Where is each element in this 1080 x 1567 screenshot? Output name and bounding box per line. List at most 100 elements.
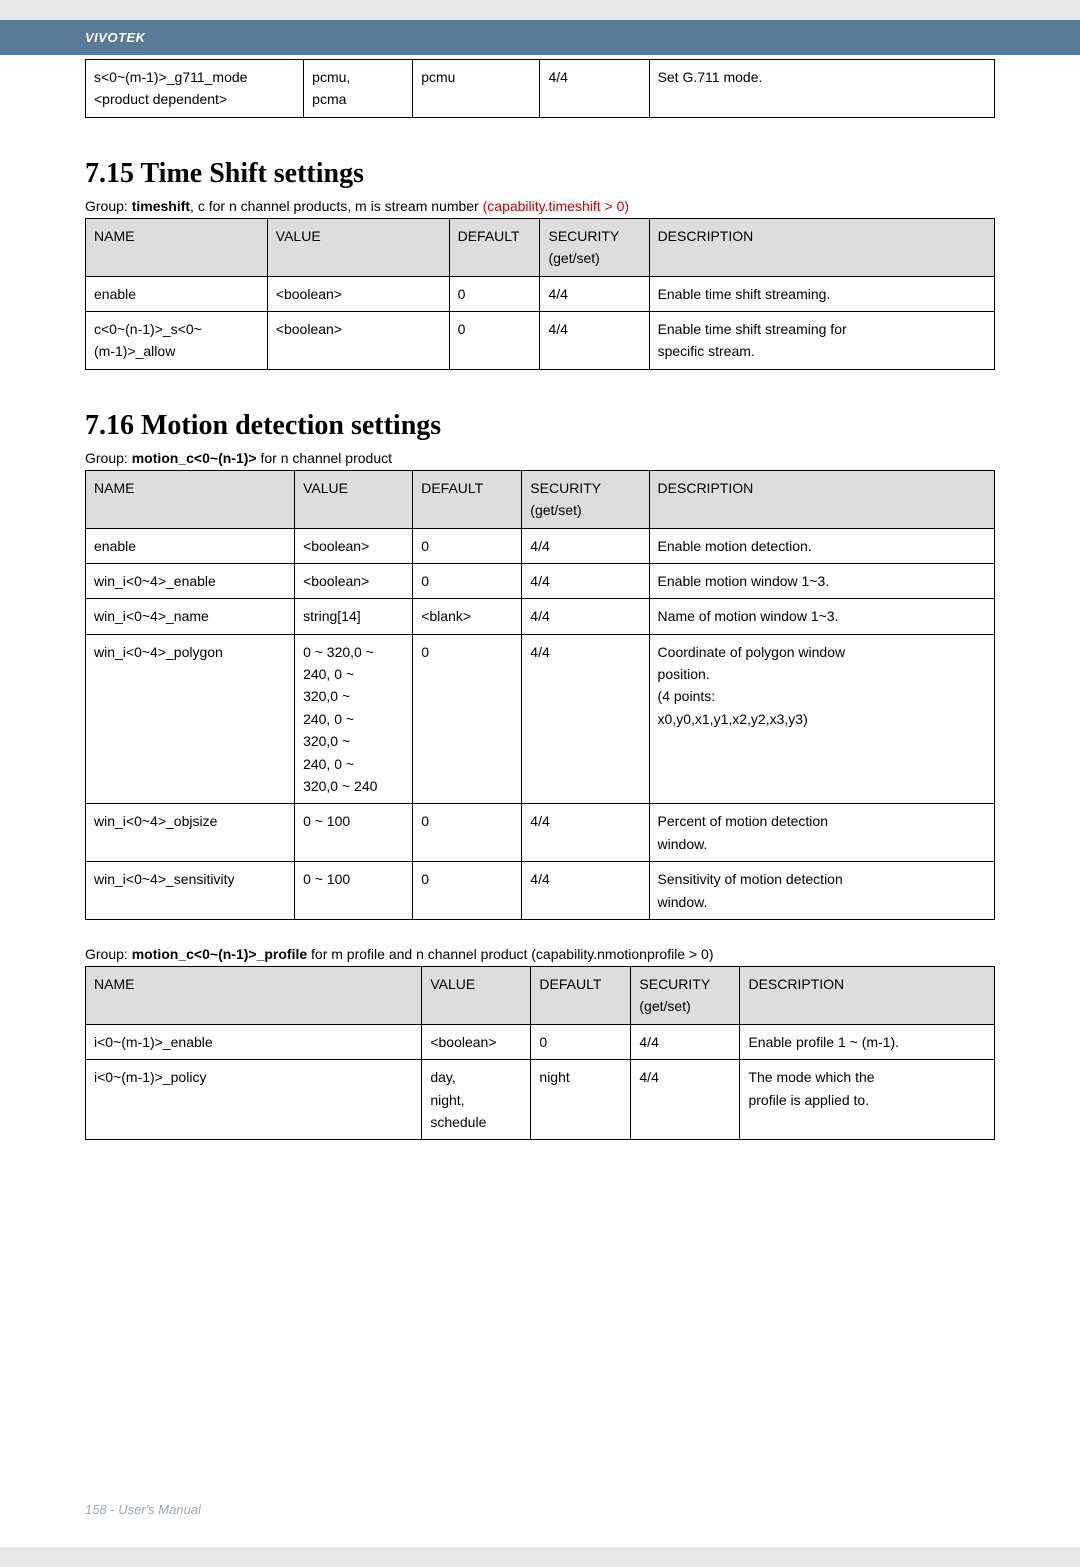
page-footer: 158 - User's Manual — [85, 1502, 201, 1517]
cell-text: 0 — [413, 634, 522, 804]
th-value: VALUE — [295, 470, 413, 528]
th-security: SECURITY(get/set) — [631, 966, 740, 1024]
th-default: DEFAULT — [413, 470, 522, 528]
cell-text: enable — [86, 528, 295, 563]
th-value: VALUE — [267, 218, 449, 276]
cell-text: Set G.711 mode. — [649, 60, 994, 118]
cell-text: 4/4 — [522, 563, 649, 598]
group-line-716: Group: motion_c<0~(n-1)> for n channel p… — [85, 450, 995, 466]
cell-text: 0 — [413, 862, 522, 920]
page: VIVOTEK s<0~(m-1)>_g711_mode <product de… — [0, 20, 1080, 1547]
cell-text: 4/4 — [631, 1060, 740, 1140]
table-row: c<0~(n-1)>_s<0~(m-1)>_allow <boolean> 0 … — [86, 311, 995, 369]
profile-table: NAME VALUE DEFAULT SECURITY(get/set) DES… — [85, 966, 995, 1140]
motion-table: NAME VALUE DEFAULT SECURITY(get/set) DES… — [85, 470, 995, 920]
cell-text: <boolean> — [267, 276, 449, 311]
cell-text: 0 ~ 320,0 ~240, 0 ~320,0 ~240, 0 ~320,0 … — [295, 634, 413, 804]
cell-text: Enable time shift streaming for — [658, 321, 847, 337]
cell-text: 4/4 — [522, 804, 649, 862]
cell-text: win_i<0~4>_name — [86, 599, 295, 634]
cell-text: win_i<0~4>_objsize — [86, 804, 295, 862]
timeshift-table: NAME VALUE DEFAULT SECURITY(get/set) DES… — [85, 218, 995, 370]
cell-text: Percent of motion detectionwindow. — [649, 804, 994, 862]
cell-text: 4/4 — [540, 276, 649, 311]
group-bold: motion_c<0~(n-1)> — [132, 450, 257, 466]
section-title-715: 7.15 Time Shift settings — [85, 158, 995, 190]
cell-text: 0 — [531, 1024, 631, 1059]
cell-text: specific stream. — [658, 343, 755, 359]
cell-text: night — [531, 1060, 631, 1140]
cell-text: 0 — [449, 276, 540, 311]
cell-text: pcmu, — [312, 69, 350, 85]
group-bold: timeshift — [132, 198, 190, 214]
cell-text: c<0~(n-1)>_s<0~(m-1)>_allow — [86, 311, 268, 369]
cell-text: s<0~(m-1)>_g711_mode — [94, 69, 247, 85]
group-line-715: Group: timeshift, c for n channel produc… — [85, 198, 995, 214]
th-default: DEFAULT — [449, 218, 540, 276]
section-title-716: 7.16 Motion detection settings — [85, 410, 995, 442]
group-red: (capability.timeshift > 0) — [483, 198, 629, 214]
cell-text: day,night,schedule — [422, 1060, 531, 1140]
group-rest: for m profile and n channel product (cap… — [307, 946, 713, 962]
th-security: SECURITY(get/set) — [540, 218, 649, 276]
cell-text: 0 ~ 100 — [295, 804, 413, 862]
cell-text: <boolean> — [422, 1024, 531, 1059]
th-name: NAME — [86, 218, 268, 276]
table-row: win_i<0~4>_polygon 0 ~ 320,0 ~240, 0 ~32… — [86, 634, 995, 804]
group-rest: , c for n channel products, m is stream … — [190, 198, 483, 214]
cell-text: 0 — [413, 804, 522, 862]
table-row: i<0~(m-1)>_enable <boolean> 0 4/4 Enable… — [86, 1024, 995, 1059]
cell-text: 0 — [413, 563, 522, 598]
cell-text: <product dependent> — [94, 91, 227, 107]
cell-text: The mode which theprofile is applied to. — [740, 1060, 995, 1140]
group-prefix: Group: — [85, 946, 132, 962]
cell-text: 4/4 — [631, 1024, 740, 1059]
table-row: enable <boolean> 0 4/4 Enable time shift… — [86, 276, 995, 311]
group-prefix: Group: — [85, 198, 132, 214]
cell-text: <boolean> — [295, 528, 413, 563]
th-description: DESCRIPTION — [740, 966, 995, 1024]
cell-text: Name of motion window 1~3. — [649, 599, 994, 634]
th-description: DESCRIPTION — [649, 470, 994, 528]
cell-text: Coordinate of polygon windowposition.(4 … — [649, 634, 994, 804]
group-line-profile: Group: motion_c<0~(n-1)>_profile for m p… — [85, 946, 995, 962]
cell-text: i<0~(m-1)>_policy — [86, 1060, 422, 1140]
table-row: win_i<0~4>_sensitivity 0 ~ 100 0 4/4 Sen… — [86, 862, 995, 920]
cell-text: <boolean> — [295, 563, 413, 598]
group-rest: for n channel product — [257, 450, 392, 466]
cell-text: 0 — [449, 311, 540, 369]
cell-text: Sensitivity of motion detectionwindow. — [649, 862, 994, 920]
cell-text: i<0~(m-1)>_enable — [86, 1024, 422, 1059]
cell-text: string[14] — [295, 599, 413, 634]
cell-text: pcmu — [413, 60, 540, 118]
cell-text: 0 — [413, 528, 522, 563]
table-row: i<0~(m-1)>_policy day,night,schedule nig… — [86, 1060, 995, 1140]
th-description: DESCRIPTION — [649, 218, 994, 276]
cell-text: <boolean> — [267, 311, 449, 369]
cell-text: win_i<0~4>_sensitivity — [86, 862, 295, 920]
th-name: NAME — [86, 966, 422, 1024]
cell-text: Enable time shift streaming for specific… — [649, 311, 994, 369]
cell-text: 4/4 — [540, 311, 649, 369]
cell-text: win_i<0~4>_polygon — [86, 634, 295, 804]
group-bold: motion_c<0~(n-1)>_profile — [132, 946, 307, 962]
group-prefix: Group: — [85, 450, 132, 466]
cell-text: Enable motion detection. — [649, 528, 994, 563]
header-brand: VIVOTEK — [0, 20, 1080, 55]
cell-text: Enable profile 1 ~ (m-1). — [740, 1024, 995, 1059]
cell-text: Enable motion window 1~3. — [649, 563, 994, 598]
cell-text: Enable time shift streaming. — [649, 276, 994, 311]
th-default: DEFAULT — [531, 966, 631, 1024]
table-row: enable <boolean> 0 4/4 Enable motion det… — [86, 528, 995, 563]
table-row: win_i<0~4>_name string[14] <blank> 4/4 N… — [86, 599, 995, 634]
cell-text: 4/4 — [522, 862, 649, 920]
cell-text: pcma — [312, 91, 346, 107]
table-row: win_i<0~4>_objsize 0 ~ 100 0 4/4 Percent… — [86, 804, 995, 862]
th-value: VALUE — [422, 966, 531, 1024]
th-security: SECURITY(get/set) — [522, 470, 649, 528]
cell-text: 4/4 — [522, 599, 649, 634]
cell-text: enable — [86, 276, 268, 311]
cell-text: 4/4 — [540, 60, 649, 118]
cell-text: 0 ~ 100 — [295, 862, 413, 920]
cell-text: <blank> — [413, 599, 522, 634]
